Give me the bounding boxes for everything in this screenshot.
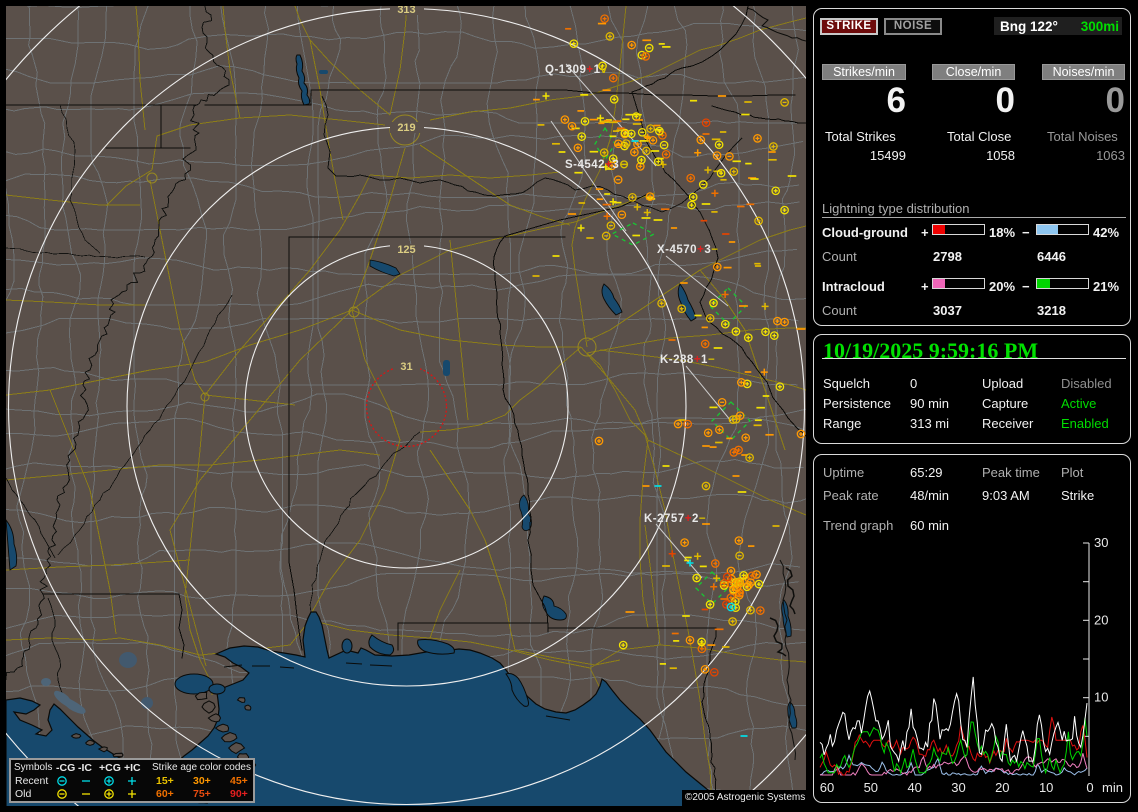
svg-text:30: 30	[1094, 536, 1108, 550]
svg-text:S-4542+3⊖: S-4542+3⊖	[565, 159, 629, 171]
svg-text:31: 31	[400, 361, 412, 373]
svg-text:K-2757+2−: K-2757+2−	[644, 513, 706, 525]
svg-text:60: 60	[820, 780, 834, 795]
svg-text:50: 50	[864, 780, 878, 795]
svg-text:X-4570+3−: X-4570+3−	[657, 244, 718, 256]
svg-text:40: 40	[907, 780, 921, 795]
svg-text:10: 10	[1039, 780, 1053, 795]
svg-text:313: 313	[397, 6, 415, 16]
svg-text:30: 30	[951, 780, 965, 795]
svg-text:125: 125	[397, 244, 415, 256]
svg-text:10: 10	[1094, 690, 1108, 705]
svg-text:min: min	[1102, 780, 1123, 795]
svg-text:219: 219	[397, 122, 415, 134]
svg-text:K-288+1−: K-288+1−	[660, 354, 715, 366]
svg-text:20: 20	[995, 780, 1009, 795]
svg-text:Q-1309+1v: Q-1309+1v	[545, 64, 607, 76]
svg-text:20: 20	[1094, 612, 1108, 627]
svg-text:0: 0	[1086, 780, 1093, 795]
